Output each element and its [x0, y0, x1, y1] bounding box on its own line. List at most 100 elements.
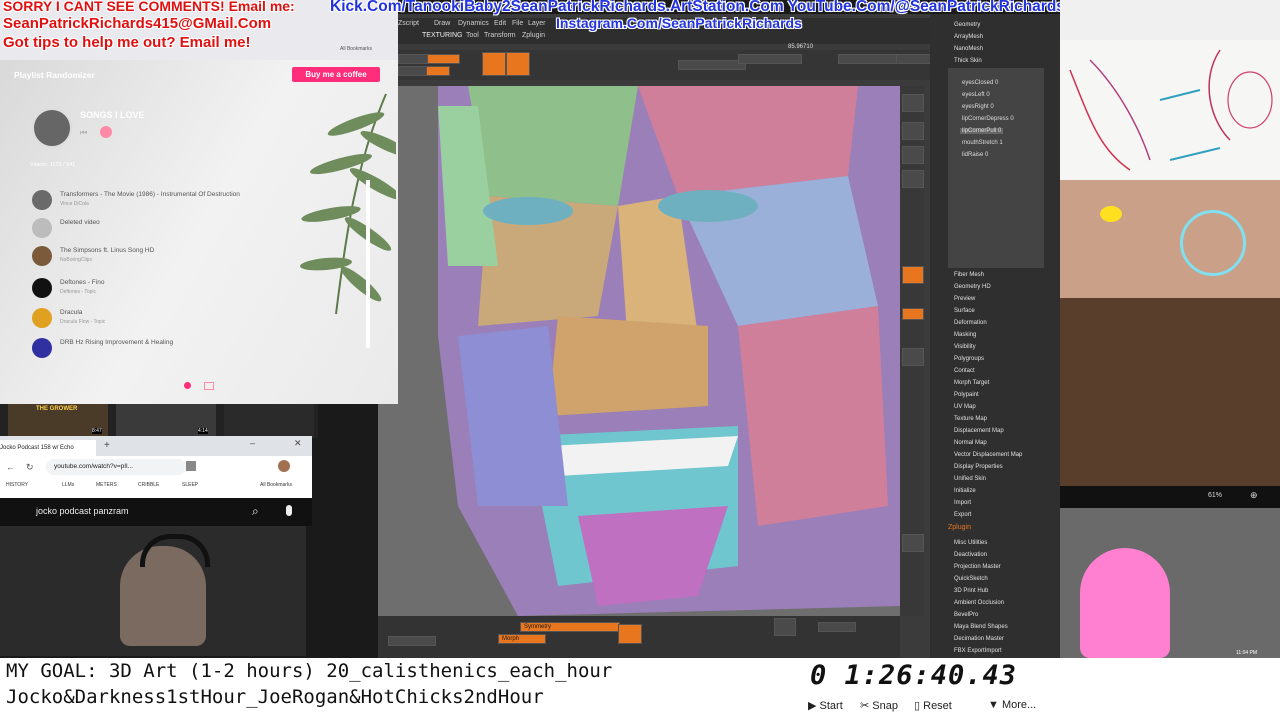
new-tab-icon[interactable]: + [104, 440, 110, 451]
zbrush-viewport[interactable] [378, 86, 900, 616]
move-mode-button[interactable] [506, 52, 530, 76]
buy-coffee-button[interactable]: Buy me a coffee [292, 67, 380, 82]
menu-draw[interactable]: Draw [434, 20, 450, 27]
menu-file[interactable]: File [512, 20, 523, 27]
reload-icon[interactable]: ↻ [26, 462, 34, 473]
tray-zplugin[interactable]: Zplugin [948, 524, 971, 531]
plugin-quicksketch[interactable]: QuickSketch [954, 576, 988, 582]
menu-zscript[interactable]: Zscript [398, 20, 419, 27]
slider-eyesclosed[interactable]: eyesClosed 0 [962, 80, 998, 86]
slider-lipcornerdepress[interactable]: lipCornerDepress 0 [962, 116, 1014, 122]
zadd-button[interactable] [426, 54, 460, 64]
tray-displayproperties[interactable]: Display Properties [954, 464, 1003, 470]
menu-transform[interactable]: Transform [484, 32, 516, 39]
tray-arraymesh[interactable]: ArrayMesh [954, 34, 983, 40]
tray-preview[interactable]: Preview [954, 296, 975, 302]
menu-edit[interactable]: Edit [494, 20, 506, 27]
transp-button[interactable] [902, 534, 924, 552]
tray-normalmap[interactable]: Normal Map [954, 440, 987, 446]
plugin-projection-master[interactable]: Projection Master [954, 564, 1001, 570]
plugin-ambient-occlusion[interactable]: Ambient Occlusion [954, 600, 1004, 606]
plugin-misc-utilities[interactable]: Misc Utilities [954, 540, 987, 546]
pager-dot-active[interactable] [184, 382, 191, 389]
tray-geometry[interactable]: Geometry [954, 22, 980, 28]
activate-symmetry-button[interactable]: Symmetry [520, 622, 620, 632]
extension-icon[interactable] [186, 461, 196, 471]
plugin-fbx-exportimport[interactable]: FBX ExportImport [954, 648, 1002, 654]
morph-button[interactable]: Morph [498, 634, 546, 644]
menu-zplugin[interactable]: Zplugin [522, 32, 545, 39]
minimize-icon[interactable]: – [250, 438, 255, 448]
tray-texturemap[interactable]: Texture Map [954, 416, 987, 422]
video-thumb[interactable] [224, 404, 314, 438]
browser-tab[interactable]: Jocko Podcast 158 w/ Echo [0, 440, 96, 456]
menu-tool[interactable]: Tool [466, 32, 479, 39]
draw-mode-button[interactable] [482, 52, 506, 76]
tray-unifiedskin[interactable]: Unified Skin [954, 476, 986, 482]
polygroup-button[interactable] [388, 636, 436, 646]
plugin-decimation-master[interactable]: Decimation Master [954, 636, 1004, 642]
search-icon[interactable]: ⌕ [252, 504, 259, 519]
plugin-deactivation[interactable]: Deactivation [954, 552, 987, 558]
tray-export[interactable]: Export [954, 512, 971, 518]
pager-dot[interactable] [204, 382, 214, 390]
tray-fibermesh[interactable]: Fiber Mesh [954, 272, 984, 278]
reset-button[interactable]: ▯ Reset [914, 699, 952, 712]
video-thumb[interactable]: 4:14 [116, 404, 216, 438]
jocko-podcast-video[interactable] [0, 526, 306, 656]
microphone-icon[interactable] [286, 505, 292, 516]
slider-lidraise[interactable]: lidRaise 0 [962, 152, 988, 158]
draw-size-slider[interactable] [738, 54, 802, 64]
playlist-bookmarks[interactable]: All Bookmarks [340, 46, 372, 52]
zoom-in-icon[interactable]: ⊕ [1250, 490, 1258, 501]
tray-nanomesh[interactable]: NanoMesh [954, 46, 983, 52]
dynamic-button[interactable] [838, 54, 900, 64]
frame-button[interactable] [902, 348, 924, 366]
list-item[interactable]: Deleted video [32, 218, 362, 238]
sculptris-pro-button[interactable] [618, 624, 642, 644]
bookmark-llms[interactable]: LLMs [62, 482, 74, 488]
list-item[interactable]: Dracula Dracula Flow - Topic [32, 308, 362, 328]
tray-morphtarget[interactable]: Morph Target [954, 380, 989, 386]
bookmark-meters[interactable]: METERS [96, 482, 117, 488]
plugin-bevelpro[interactable]: BevelPro [954, 612, 978, 618]
url-field[interactable]: youtube.com/watch?v=pIl... [46, 459, 186, 475]
menu-dynamics[interactable]: Dynamics [458, 20, 489, 27]
slider-lipcornerpull[interactable]: lipCornerPull 0 [960, 128, 1004, 134]
rgb-button[interactable] [398, 66, 428, 76]
plugin-3dprint-hub[interactable]: 3D Print Hub [954, 588, 988, 594]
persp-button[interactable] [902, 266, 924, 284]
tray-uvmap[interactable]: UV Map [954, 404, 976, 410]
tray-visibility[interactable]: Visibility [954, 344, 976, 350]
tray-deformation[interactable]: Deformation [954, 320, 987, 326]
tray-vectordisplacementmap[interactable]: Vector Displacement Map [954, 452, 1022, 458]
list-item[interactable]: DRB Hz Rising Improvement & Healing [32, 338, 362, 358]
slider-eyesleft[interactable]: eyesLeft 0 [962, 92, 990, 98]
menu-texturing[interactable]: TEXTURING [422, 32, 462, 39]
del-hidden-button[interactable] [818, 622, 856, 632]
list-item[interactable]: Transformers - The Movie (1986) - Instru… [32, 190, 362, 210]
tray-contact[interactable]: Contact [954, 368, 975, 374]
tray-masking[interactable]: Masking [954, 332, 976, 338]
tray-surface[interactable]: Surface [954, 308, 975, 314]
mrgb-button[interactable] [398, 54, 428, 64]
bookmark-cribble[interactable]: CRIBBLE [138, 482, 159, 488]
profile-avatar[interactable] [278, 460, 290, 472]
local-button[interactable] [902, 308, 924, 320]
back-icon[interactable]: ← [6, 462, 15, 472]
bpr-button[interactable] [902, 94, 924, 112]
list-item[interactable]: Deftones - Fino Deftones - Topic [32, 278, 362, 298]
actual-button[interactable] [902, 170, 924, 188]
slider-mouthstretch[interactable]: mouthStretch 1 [962, 140, 1003, 146]
list-item[interactable]: The Simpsons ft. Linus Song HD NoBoringC… [32, 246, 362, 266]
prev-icon[interactable]: ⏮ [80, 128, 87, 138]
start-button[interactable]: ▶ Start [808, 699, 843, 712]
zsub-button[interactable] [426, 66, 450, 76]
scroll-button[interactable] [902, 122, 924, 140]
playlist-scrollbar[interactable] [366, 180, 370, 348]
bookmark-sleep[interactable]: SLEEP [182, 482, 198, 488]
menu-layer[interactable]: Layer [528, 20, 546, 27]
slider-eyesright[interactable]: eyesRight 0 [962, 104, 994, 110]
close-icon[interactable]: ✕ [294, 438, 302, 449]
search-input[interactable]: jocko podcast panzram [36, 506, 129, 516]
